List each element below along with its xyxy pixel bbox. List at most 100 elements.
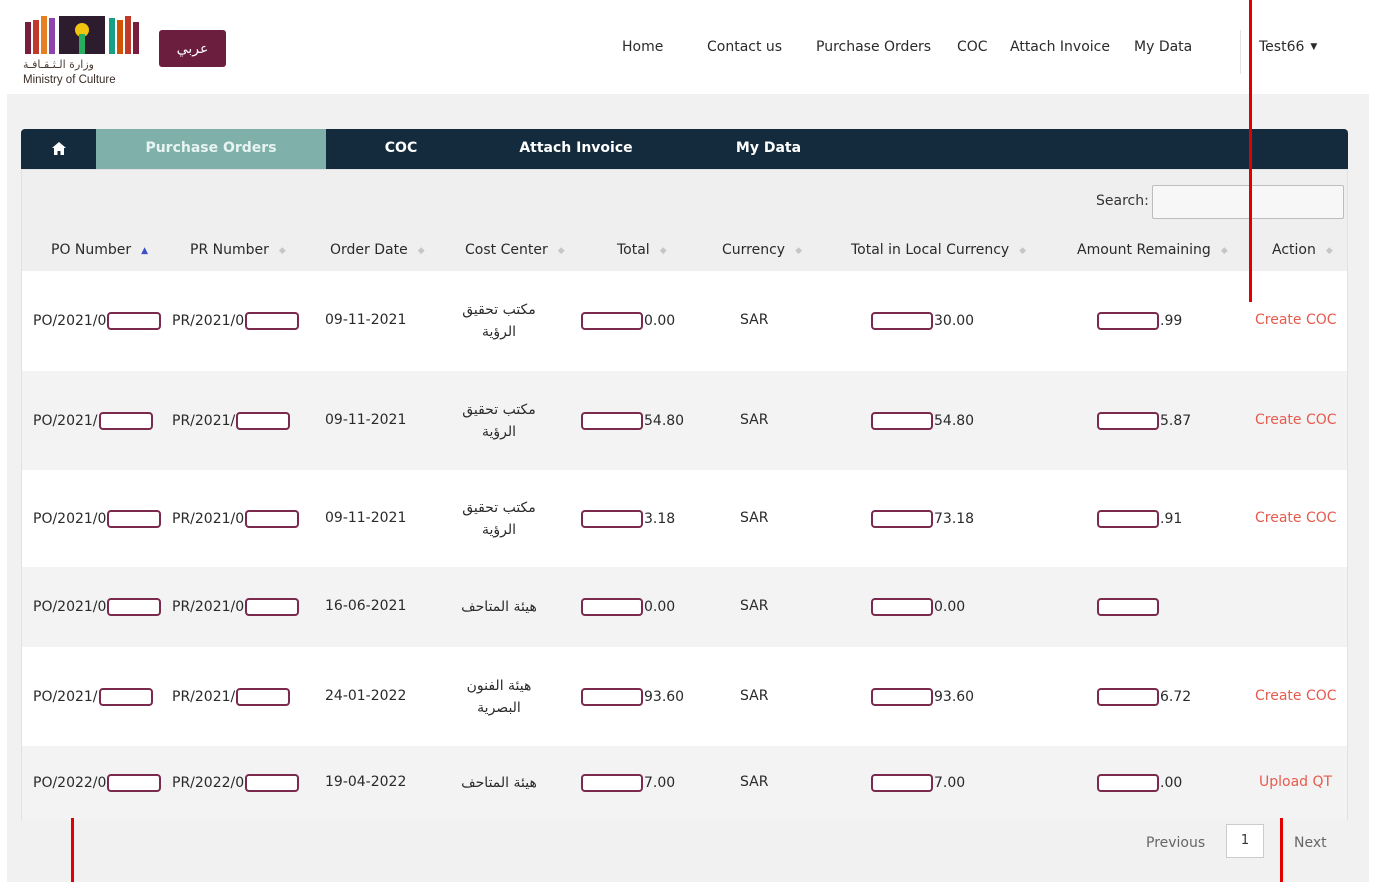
total: 0.00 — [580, 312, 675, 330]
col-po-number[interactable]: PO Number ▲ — [51, 235, 148, 269]
table-row: PO/2021/PR/2021/09-11-2021 مكتب تحقيق الر… — [22, 371, 1347, 470]
sort-asc-icon: ▲ — [141, 246, 149, 256]
pr-text: PR/2022/0 — [172, 775, 245, 791]
create-coc-link[interactable]: Create COC — [1255, 688, 1337, 704]
local-text: 7.00 — [934, 775, 966, 791]
nav-home[interactable]: Home — [622, 39, 663, 55]
redacted-mask — [1097, 774, 1159, 792]
amount-remaining: 6.72 — [1096, 687, 1191, 706]
redacted-mask — [107, 312, 162, 330]
po-text: PO/2022/0 — [33, 775, 107, 791]
remaining-text: .00 — [1160, 775, 1183, 791]
col-amount-remaining[interactable]: Amount Remaining ◆ — [1077, 235, 1228, 269]
annotation-line — [1249, 0, 1252, 302]
pagination-previous[interactable]: Previous — [1146, 835, 1205, 851]
annotation-line — [1280, 818, 1283, 882]
sort-icon: ◆ — [795, 246, 802, 256]
cost-center: هيئة الفنون البصرية — [466, 677, 532, 716]
col-cost-center[interactable]: Cost Center ◆ — [465, 235, 565, 269]
currency: SAR — [740, 598, 769, 614]
sort-icon: ◆ — [557, 246, 565, 256]
order-date: 09-11-2021 — [325, 509, 407, 526]
redacted-mask — [236, 411, 291, 430]
ministry-logo[interactable]: وزارة الـثـقـافـة Ministry of Culture — [19, 16, 154, 91]
po-text: PO/2021/0 — [33, 510, 107, 527]
redacted-mask — [871, 598, 933, 616]
redacted-mask — [107, 774, 162, 792]
po-number: PO/2021/ — [33, 687, 154, 706]
table-row: PO/2021/0 PR/2021/0 09-11-2021 مكتب تحقيق ا… — [22, 271, 1347, 371]
redacted-mask — [871, 687, 933, 706]
cost-center: مكتب تحقيق الرؤية — [462, 499, 536, 538]
create-coc-link[interactable]: Create COC — [1255, 412, 1337, 428]
tab-coc[interactable]: COC — [326, 129, 476, 169]
cost-center: هيئة المتاحف — [461, 599, 537, 615]
sort-icon: ◆ — [659, 246, 667, 256]
nav-attach-invoice[interactable]: Attach Invoice — [1010, 39, 1110, 55]
total: 7.00 — [580, 774, 675, 792]
amount-remaining: .99 — [1096, 312, 1182, 330]
sort-icon: ◆ — [278, 246, 286, 256]
search-label: Search: — [1096, 193, 1149, 209]
col-pr-number[interactable]: PR Number ◆ — [190, 235, 286, 269]
annotation-line — [71, 818, 74, 882]
tab-my-data[interactable]: My Data — [676, 129, 861, 169]
create-coc-link[interactable]: Create COC — [1255, 510, 1337, 526]
nav-purchase-orders[interactable]: Purchase Orders — [816, 39, 931, 55]
currency: SAR — [740, 774, 769, 790]
pagination-next[interactable]: Next — [1294, 835, 1327, 851]
table-row: PO/2021/0 PR/2021/0 16-06-2021 هيئة المتاحف… — [22, 567, 1347, 647]
po-number: PO/2021/ — [33, 411, 154, 430]
redacted-mask — [871, 411, 933, 430]
col-label: Total in Local Currency — [851, 242, 1010, 258]
local-text: 0.00 — [934, 599, 966, 615]
total-text: 93.60 — [644, 688, 685, 705]
col-label: PO Number — [51, 242, 132, 258]
language-toggle-button[interactable]: عربي — [159, 30, 226, 67]
user-menu[interactable]: Test66 ▼ — [1259, 39, 1317, 55]
tab-purchase-orders[interactable]: Purchase Orders — [96, 129, 326, 169]
redacted-mask — [107, 598, 162, 616]
po-number: PO/2021/0 — [33, 312, 162, 330]
pr-text: PR/2021/0 — [172, 599, 245, 615]
amount-remaining: .91 — [1096, 509, 1183, 528]
redacted-mask — [98, 687, 153, 706]
subnav-home[interactable] — [21, 129, 96, 169]
col-label: Order Date — [330, 242, 408, 258]
redacted-mask — [107, 509, 162, 528]
po-text: PO/2021/ — [33, 688, 98, 705]
col-order-date[interactable]: Order Date ◆ — [330, 235, 425, 269]
col-action[interactable]: Action ◆ — [1272, 235, 1333, 269]
tab-attach-invoice[interactable]: Attach Invoice — [476, 129, 676, 169]
amount-remaining — [1096, 598, 1160, 616]
pr-number: PR/2021/ — [172, 411, 291, 430]
order-date: 24-01-2022 — [325, 687, 407, 704]
nav-my-data[interactable]: My Data — [1134, 39, 1192, 55]
purchase-orders-table: Search: PO Number ▲ PR Number ◆ Order Date… — [21, 169, 1348, 820]
logo-emblem-icon — [25, 16, 139, 54]
nav-divider — [1240, 30, 1241, 74]
redacted-mask — [245, 598, 300, 616]
table-row: PO/2021/PR/2021/24-01-2022 هيئة الفنون ال… — [22, 647, 1347, 746]
nav-contact-us[interactable]: Contact us — [707, 39, 782, 55]
redacted-mask — [98, 411, 153, 430]
local-text: 54.80 — [934, 412, 975, 429]
col-label: Cost Center — [465, 242, 548, 258]
total-text: 7.00 — [644, 775, 676, 791]
col-currency[interactable]: Currency ◆ — [722, 235, 802, 269]
remaining-text: .91 — [1160, 510, 1183, 527]
upload-qt-link[interactable]: Upload QT — [1259, 774, 1332, 790]
currency: SAR — [740, 687, 769, 704]
sort-icon: ◆ — [1325, 246, 1333, 256]
table-toolbar: Search: — [22, 170, 1347, 235]
nav-coc[interactable]: COC — [957, 39, 988, 55]
pagination-page-1[interactable]: 1 — [1226, 824, 1264, 858]
po-text: PO/2021/0 — [33, 313, 107, 329]
logo-arabic-text: وزارة الـثـقـافـة — [23, 58, 94, 71]
col-total[interactable]: Total ◆ — [617, 235, 667, 269]
total-local: 30.00 — [870, 312, 974, 330]
col-total-local[interactable]: Total in Local Currency ◆ — [851, 235, 1026, 269]
total-local: 7.00 — [870, 774, 965, 792]
search-input[interactable] — [1152, 185, 1344, 219]
create-coc-link[interactable]: Create COC — [1255, 312, 1337, 328]
